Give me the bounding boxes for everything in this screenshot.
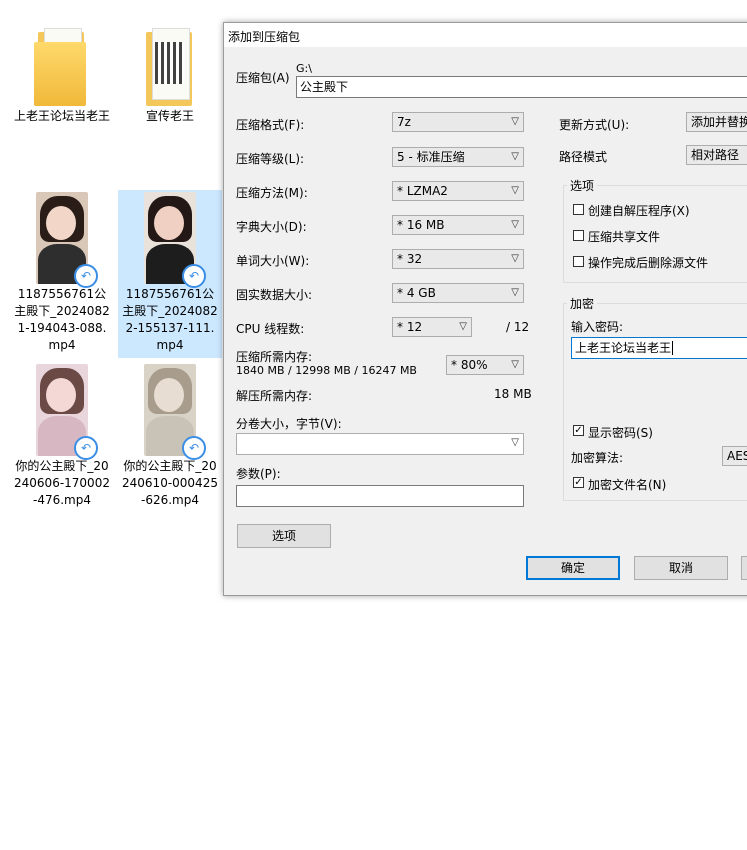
level-label: 压缩等级(L): xyxy=(236,152,305,166)
method-value: * LZMA2 xyxy=(397,184,448,198)
options-group-title: 选项 xyxy=(567,177,598,194)
file-label: 你的公主殿下_20240610-000425-626.mp4 xyxy=(122,459,218,507)
sfx-checkbox[interactable] xyxy=(573,204,584,215)
format-value: 7z xyxy=(397,115,411,129)
archive-path: G:\ xyxy=(296,62,312,75)
threads-select[interactable]: * 12 ▽ xyxy=(392,317,472,337)
split-select[interactable]: ▽ xyxy=(236,433,524,455)
folder-item-1[interactable]: 上老王论坛当老王 xyxy=(10,26,114,125)
chevron-down-icon: ▽ xyxy=(511,437,519,448)
options-button[interactable]: 选项 xyxy=(237,524,331,548)
threads-max: / 12 xyxy=(506,320,530,334)
chevron-down-icon: ▽ xyxy=(459,321,467,332)
shortcut-arrow-icon: ↶ xyxy=(182,264,206,288)
method-select[interactable]: * LZMA2 ▽ xyxy=(392,181,524,201)
format-select[interactable]: 7z ▽ xyxy=(392,112,524,132)
params-input[interactable] xyxy=(236,485,524,507)
file-label: 1187556761公主殿下_20240822-155137-111.mp4 xyxy=(122,287,218,352)
threads-label: CPU 线程数: xyxy=(236,322,305,336)
enc-method-value: AES xyxy=(727,449,747,463)
level-select[interactable]: 5 - 标准压缩 ▽ xyxy=(392,147,524,167)
chevron-down-icon: ▽ xyxy=(511,359,519,370)
password-input[interactable]: 上老王论坛当老王 xyxy=(571,337,747,359)
word-select[interactable]: * 32 ▽ xyxy=(392,249,524,269)
solid-label: 固实数据大小: xyxy=(236,288,313,302)
password-value: 上老王论坛当老王 xyxy=(575,341,672,355)
shortcut-arrow-icon: ↶ xyxy=(74,436,98,460)
video-file-2[interactable]: ↶ 1187556761公主殿下_20240822-155137-111.mp4 xyxy=(118,190,222,358)
encrypt-names-label: 加密文件名(N) xyxy=(588,478,667,492)
update-select[interactable]: 添加并替换 xyxy=(686,112,747,132)
enc-method-select[interactable]: AES xyxy=(722,446,747,466)
folder-icon xyxy=(34,26,90,106)
mem-value: * 80% xyxy=(451,358,488,372)
update-value: 添加并替换 xyxy=(691,115,747,129)
chevron-down-icon: ▽ xyxy=(511,287,519,298)
encrypt-names-checkbox[interactable]: ✓ xyxy=(573,477,584,488)
mem-label: 压缩所需内存: xyxy=(236,350,313,364)
chevron-down-icon: ▽ xyxy=(511,185,519,196)
file-label: 你的公主殿下_20240606-170002-476.mp4 xyxy=(14,459,110,507)
qr-folder-icon xyxy=(142,26,198,106)
video-file-3[interactable]: ↶ 你的公主殿下_20240606-170002-476.mp4 xyxy=(10,364,114,509)
shared-checkbox[interactable] xyxy=(573,230,584,241)
threads-value: * 12 xyxy=(397,320,423,334)
title-bar[interactable]: 添加到压缩包 xyxy=(224,23,747,47)
enc-method-label: 加密算法: xyxy=(571,451,624,465)
params-label: 参数(P): xyxy=(236,467,281,481)
password-label: 输入密码: xyxy=(571,320,624,334)
split-label: 分卷大小，字节(V): xyxy=(236,417,342,431)
path-mode-select[interactable]: 相对路径 xyxy=(686,145,747,165)
folder-label: 上老王论坛当老王 xyxy=(14,109,111,123)
chevron-down-icon: ▽ xyxy=(511,253,519,264)
decomp-value: 18 MB xyxy=(494,387,532,401)
sfx-label: 创建自解压程序(X) xyxy=(588,204,690,218)
mem-select[interactable]: * 80% ▽ xyxy=(446,355,524,375)
ok-button[interactable]: 确定 xyxy=(526,556,620,580)
archive-name-combo[interactable]: 公主殿下 xyxy=(296,76,747,98)
chevron-down-icon: ▽ xyxy=(511,151,519,162)
format-label: 压缩格式(F): xyxy=(236,118,305,132)
file-label: 1187556761公主殿下_20240821-194043-088.mp4 xyxy=(14,287,110,352)
archive-label: 压缩包(A) xyxy=(236,71,290,85)
solid-select[interactable]: * 4 GB ▽ xyxy=(392,283,524,303)
show-password-label: 显示密码(S) xyxy=(588,426,653,440)
shortcut-arrow-icon: ↶ xyxy=(74,264,98,288)
dict-label: 字典大小(D): xyxy=(236,220,307,234)
method-label: 压缩方法(M): xyxy=(236,186,308,200)
folder-item-2[interactable]: 宣传老王 xyxy=(118,26,222,125)
add-to-archive-dialog: 添加到压缩包 压缩包(A) G:\ 公主殿下 压缩格式(F): 7z ▽ 压缩等… xyxy=(223,22,747,596)
update-label: 更新方式(U): xyxy=(559,118,630,132)
shared-label: 压缩共享文件 xyxy=(588,230,661,244)
mem-detail: 1840 MB / 12998 MB / 16247 MB xyxy=(236,364,417,377)
archive-name-value: 公主殿下 xyxy=(300,80,349,94)
path-mode-label: 路径模式 xyxy=(559,150,608,164)
solid-value: * 4 GB xyxy=(397,286,436,300)
encryption-group-title: 加密 xyxy=(567,295,598,312)
chevron-down-icon: ▽ xyxy=(511,116,519,127)
show-password-checkbox[interactable]: ✓ xyxy=(573,425,584,436)
dict-select[interactable]: * 16 MB ▽ xyxy=(392,215,524,235)
word-value: * 32 xyxy=(397,252,423,266)
path-mode-value: 相对路径 xyxy=(691,148,740,162)
level-value: 5 - 标准压缩 xyxy=(397,150,465,164)
delete-checkbox[interactable] xyxy=(573,256,584,267)
video-file-1[interactable]: ↶ 1187556761公主殿下_20240821-194043-088.mp4 xyxy=(10,192,114,358)
video-file-4[interactable]: ↶ 你的公主殿下_20240610-000425-626.mp4 xyxy=(118,364,222,509)
delete-label: 操作完成后删除源文件 xyxy=(588,256,709,270)
chevron-down-icon: ▽ xyxy=(511,219,519,230)
help-button[interactable] xyxy=(741,556,747,580)
cancel-button[interactable]: 取消 xyxy=(634,556,728,580)
dict-value: * 16 MB xyxy=(397,218,445,232)
dialog-title: 添加到压缩包 xyxy=(228,30,301,44)
word-label: 单词大小(W): xyxy=(236,254,310,268)
folder-label: 宣传老王 xyxy=(145,109,194,123)
decomp-label: 解压所需内存: xyxy=(236,389,313,403)
shortcut-arrow-icon: ↶ xyxy=(182,436,206,460)
